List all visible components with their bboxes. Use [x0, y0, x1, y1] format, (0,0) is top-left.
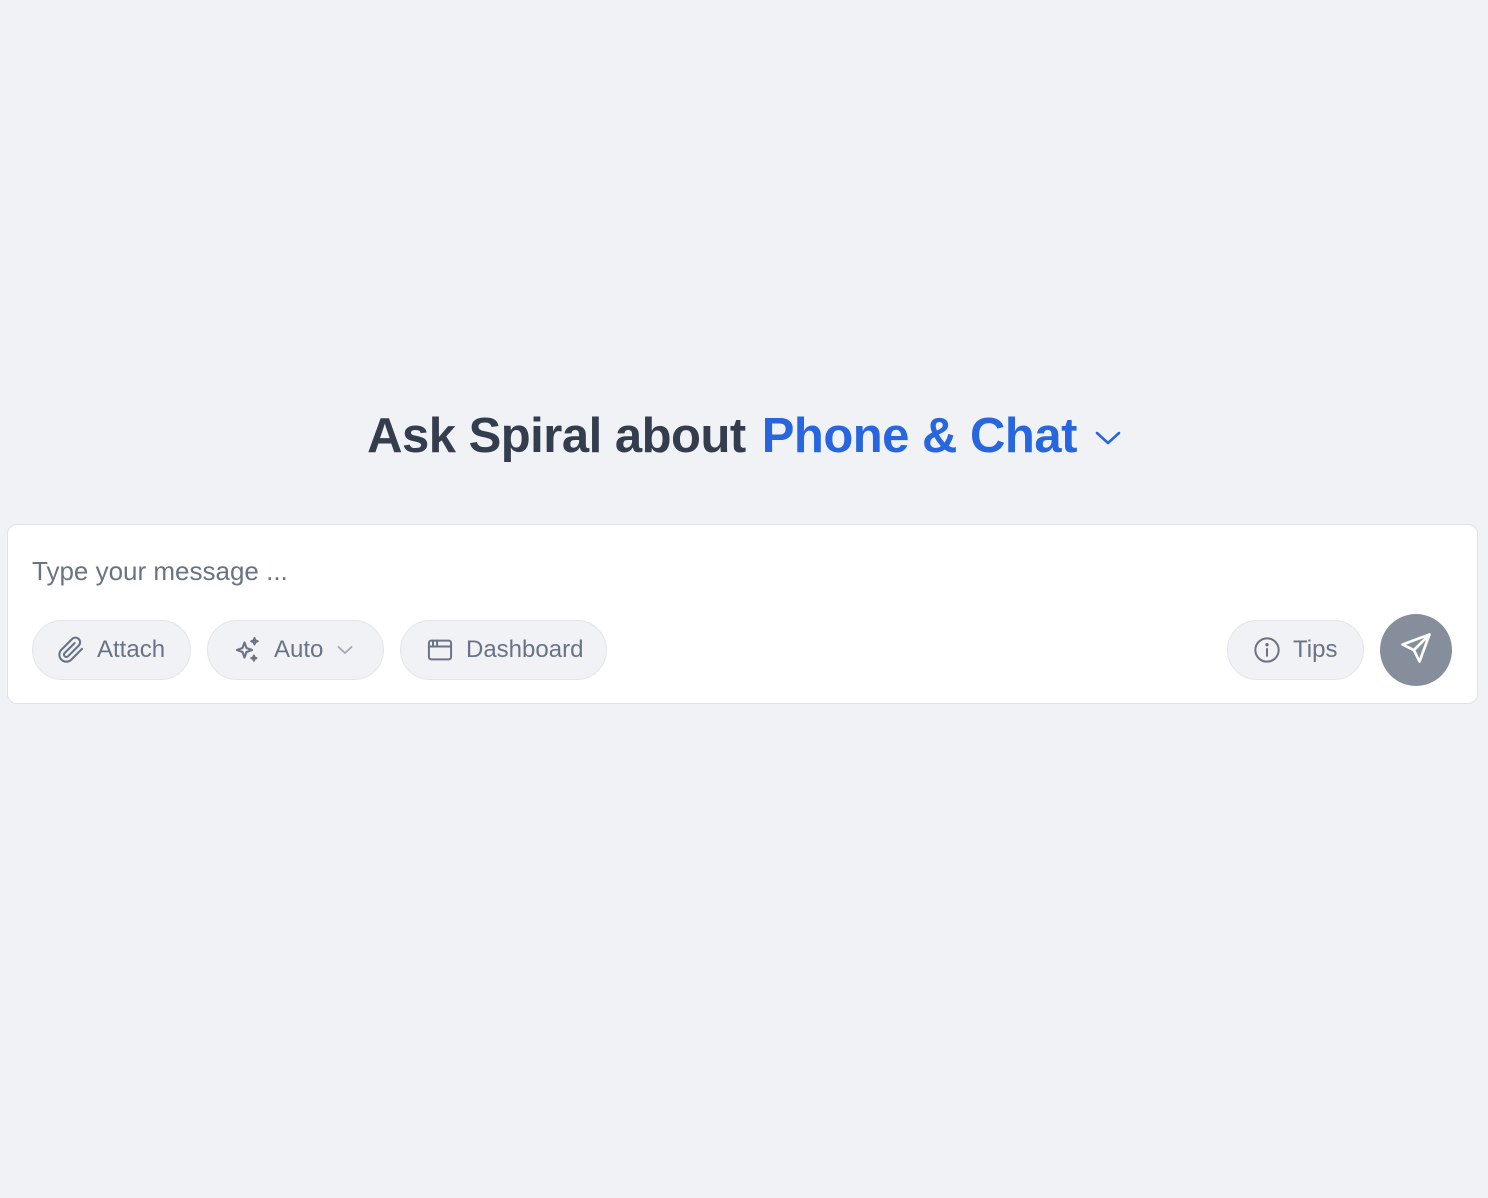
mode-label: Auto — [274, 636, 324, 663]
message-composer: Attach Auto — [7, 524, 1478, 704]
browser-window-icon — [426, 636, 454, 664]
title-prefix: Ask Spiral about — [367, 409, 746, 463]
paperclip-icon — [57, 636, 85, 664]
dashboard-button[interactable]: Dashboard — [400, 620, 607, 680]
attach-button[interactable]: Attach — [32, 620, 191, 680]
mode-selector[interactable]: Auto — [207, 620, 384, 680]
send-button[interactable] — [1380, 614, 1452, 686]
send-icon — [1399, 631, 1433, 670]
attach-label: Attach — [97, 636, 166, 663]
topic-label: Phone & Chat — [761, 409, 1078, 463]
chevron-down-icon — [1095, 430, 1121, 446]
tips-button[interactable]: Tips — [1227, 620, 1364, 680]
topic-selector[interactable]: Phone & Chat — [762, 408, 1121, 464]
dashboard-label: Dashboard — [466, 636, 584, 663]
page-title: Ask Spiral about Phone & Chat — [0, 404, 1488, 468]
sparkles-icon — [232, 635, 262, 665]
message-input[interactable] — [32, 549, 1452, 593]
chat-landing-page: Ask Spiral about Phone & Chat Attach — [0, 0, 1488, 1198]
chevron-down-icon — [337, 645, 353, 655]
info-icon — [1253, 636, 1281, 664]
tips-label: Tips — [1293, 636, 1338, 663]
